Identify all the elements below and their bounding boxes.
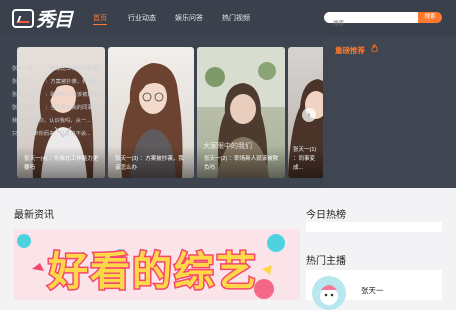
hot-item[interactable]: 张天一(1) ：当年欺负我的同事变... xyxy=(12,103,133,111)
avatar-illustration xyxy=(320,285,338,305)
hot-item[interactable]: 张天一(4) ：形象比工作能力还要... xyxy=(12,64,133,72)
video-caption: 张天一(3) ：方案被抄袭，我该怎么办 xyxy=(115,156,184,171)
top-nav: 秀目 首页 行业动态 娱乐问答 热门视频 搜索 xyxy=(0,0,456,36)
nav-item-videos[interactable]: 热门视频 xyxy=(222,13,250,23)
chevron-right-icon: › xyxy=(307,110,311,119)
logo[interactable]: 秀目 xyxy=(12,7,73,31)
hot-item[interactable]: 只而不会单你而来，星星也不会... xyxy=(12,129,133,137)
logo-mark-icon xyxy=(12,8,34,28)
fire-icon xyxy=(371,44,378,52)
news-section-title: 最新资讯 xyxy=(14,210,54,221)
avatar[interactable] xyxy=(312,276,346,310)
news-banner[interactable]: 好看的综艺 xyxy=(14,229,300,300)
logo-text: 秀目 xyxy=(36,9,73,31)
video-caption: 张天一(1) ：同事变成... xyxy=(293,147,317,171)
anchor-name: 张天一 xyxy=(361,286,384,295)
hot-recommend-panel: 重磅推荐 xyxy=(323,36,456,186)
ranking-section-title: 今日热榜 xyxy=(306,210,346,221)
video-card[interactable]: 大家眼中的我们 张天一(2) ：职场新人就该被欺负吗 xyxy=(197,47,285,178)
hot-item[interactable]: 张天一(3) ：方案被抄袭，我该怎... xyxy=(12,77,133,85)
anchors-section-title: 热门主播 xyxy=(306,256,346,267)
hot-title: 重磅推荐 xyxy=(335,46,365,55)
nav-item-qa[interactable]: 娱乐问答 xyxy=(175,13,203,23)
search-box xyxy=(324,12,418,30)
video-caption: 张天一(4) ：形象比工作能力更要吗 xyxy=(24,156,99,171)
video-caption: 张天一(2) ：职场新人就该被欺负吗 xyxy=(204,156,279,171)
search-button[interactable]: 搜索 xyxy=(418,12,442,23)
search-input[interactable] xyxy=(324,18,418,30)
carousel-next-button[interactable]: › xyxy=(302,108,316,122)
nav-active-underline xyxy=(93,24,107,25)
ranking-list xyxy=(306,222,442,232)
nav-item-home[interactable]: 首页 xyxy=(93,13,107,23)
nav-item-industry[interactable]: 行业动态 xyxy=(128,13,156,23)
hot-item[interactable]: 我还是喜欢你，认识我吗，从一... xyxy=(12,116,133,124)
hot-item[interactable]: 张天一(2) ：职场新人就该被欺负吗 xyxy=(12,90,133,98)
banner-title: 好看的综艺 xyxy=(47,249,258,296)
